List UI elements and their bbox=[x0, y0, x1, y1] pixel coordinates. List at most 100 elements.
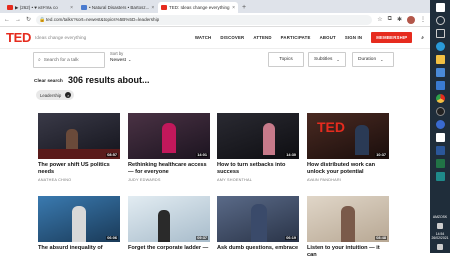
url-text: ted.com/talks?sort=newest&topics%5B%5D=l… bbox=[46, 17, 160, 22]
ted-logo[interactable]: TED bbox=[6, 30, 31, 45]
search-icon[interactable]: ⌕ bbox=[421, 35, 424, 40]
nav-sign-in[interactable]: SIGN IN bbox=[345, 35, 362, 40]
menu-icon[interactable]: ⋮ bbox=[420, 16, 426, 23]
puzzle-icon[interactable]: ✱ bbox=[397, 16, 402, 23]
talk-duration: 09:37 bbox=[196, 236, 208, 240]
chip-label: Leadership bbox=[40, 92, 62, 98]
talk-card[interactable]: 08:57 The power shift US politics needs … bbox=[38, 113, 120, 182]
clock-date[interactable]: 26/02/2021 bbox=[432, 236, 449, 240]
talk-card[interactable]: 06:06 The absurd inequality of bbox=[38, 196, 120, 252]
app-icon[interactable] bbox=[435, 120, 445, 129]
clear-search-link[interactable]: Clear search bbox=[34, 79, 63, 84]
nav-about[interactable]: ABOUT bbox=[320, 35, 336, 40]
talk-card[interactable]: 06:19 Ask dumb questions, embrace bbox=[217, 196, 299, 252]
topics-button[interactable]: Topics bbox=[268, 52, 304, 67]
talk-title[interactable]: How distributed work can unlock your pot… bbox=[307, 162, 389, 175]
windows-start-icon[interactable] bbox=[435, 3, 445, 12]
talk-title[interactable]: Listen to your intuition — it can bbox=[307, 245, 389, 258]
talk-title[interactable]: Rethinking healthcare access — for every… bbox=[128, 162, 210, 175]
talk-thumbnail[interactable]: 14:01 bbox=[128, 113, 210, 159]
star-icon[interactable]: ☆ bbox=[377, 16, 382, 23]
talk-title[interactable]: Forget the corporate ladder — bbox=[128, 245, 210, 252]
talk-card[interactable]: 08:48 Listen to your intuition — it can bbox=[307, 196, 389, 258]
nav-watch[interactable]: WATCH bbox=[195, 35, 211, 40]
sort-value: Newest bbox=[110, 58, 126, 63]
search-icon: ⌕ bbox=[38, 58, 41, 63]
talk-search-input[interactable]: ⌕ Search for a talk bbox=[33, 52, 105, 68]
talk-title[interactable]: Ask dumb questions, embrace bbox=[217, 245, 299, 252]
talk-card[interactable]: 14:01 Rethinking healthcare access — for… bbox=[128, 113, 210, 182]
forward-icon[interactable]: → bbox=[15, 17, 21, 23]
file-explorer-icon[interactable] bbox=[435, 55, 445, 64]
sort-select[interactable]: Newest ⌄ bbox=[110, 57, 131, 63]
chrome-icon[interactable] bbox=[435, 94, 445, 103]
results-count: 306 results about... bbox=[68, 75, 150, 85]
talk-speaker[interactable]: AMY SHOENTHAL bbox=[217, 178, 299, 182]
nav-participate[interactable]: PARTICIPATE bbox=[281, 35, 311, 40]
talk-thumbnail[interactable]: 08:48 bbox=[307, 196, 389, 242]
app-icon[interactable] bbox=[435, 133, 445, 142]
talk-thumbnail[interactable]: 06:19 bbox=[217, 196, 299, 242]
talk-title[interactable]: The absurd inequality of bbox=[38, 245, 120, 252]
topic-chip[interactable]: Leadership × bbox=[36, 90, 75, 100]
talk-speaker[interactable]: JUDY EDWARDS bbox=[128, 178, 210, 182]
close-tab-icon[interactable]: × bbox=[70, 5, 73, 11]
nav-discover[interactable]: DISCOVER bbox=[220, 35, 244, 40]
search-icon[interactable] bbox=[435, 16, 445, 25]
back-icon[interactable]: ← bbox=[4, 17, 10, 23]
talk-title[interactable]: How to turn setbacks into success bbox=[217, 162, 299, 175]
profile-avatar[interactable] bbox=[407, 15, 415, 24]
subtitles-label: Subtitles bbox=[314, 57, 333, 62]
edge-icon[interactable] bbox=[435, 42, 445, 51]
talk-thumbnail[interactable]: 06:06 bbox=[38, 196, 120, 242]
page-icon bbox=[81, 5, 87, 10]
excel-icon[interactable] bbox=[435, 159, 445, 168]
talk-speaker[interactable]: ANATHEA CHINO bbox=[38, 178, 120, 182]
browser-tab-3[interactable]: TED: Ideas change everything × bbox=[158, 2, 238, 13]
task-view-icon[interactable] bbox=[435, 29, 445, 38]
chevron-down-icon: ⌄ bbox=[336, 57, 340, 62]
talk-card[interactable]: 14:30 How to turn setbacks into success … bbox=[217, 113, 299, 182]
duration-label: Duration bbox=[358, 57, 377, 62]
talk-thumbnail[interactable]: TED 10:37 bbox=[307, 113, 389, 159]
reload-icon[interactable]: ↻ bbox=[26, 16, 31, 23]
extension-icon[interactable]: ⧉ bbox=[388, 16, 392, 23]
app-icon[interactable] bbox=[435, 172, 445, 181]
store-icon[interactable] bbox=[435, 68, 445, 77]
ted-header: TED Ideas change everything WATCH DISCOV… bbox=[0, 27, 430, 49]
close-tab-icon[interactable]: × bbox=[151, 5, 154, 11]
browser-tab-2[interactable]: • Natural Disasters • Bartosz... × bbox=[78, 2, 156, 13]
talk-thumbnail[interactable]: 08:57 bbox=[38, 113, 120, 159]
notification-icon[interactable] bbox=[437, 244, 443, 250]
talk-card[interactable]: 09:37 Forget the corporate ladder — bbox=[128, 196, 210, 252]
subtitles-select[interactable]: Subtitles ⌄ bbox=[308, 52, 346, 67]
talk-duration: 10:37 bbox=[375, 153, 387, 157]
app-icon[interactable] bbox=[435, 107, 445, 116]
talk-speaker[interactable]: AVAIN PANDHARI bbox=[307, 178, 389, 182]
talk-duration: 14:30 bbox=[285, 153, 297, 157]
new-tab-icon[interactable]: + bbox=[242, 2, 246, 13]
duration-select[interactable]: Duration ⌄ bbox=[352, 52, 394, 67]
browser-tab-1[interactable]: ▶ (262) • ♥ ᴋᴇᴘᴛʀᴀ ᴄᴏ × bbox=[4, 2, 76, 13]
talk-thumbnail[interactable]: 14:30 bbox=[217, 113, 299, 159]
ted-favicon-icon bbox=[161, 5, 167, 10]
lock-icon: 🔒 bbox=[39, 16, 46, 23]
ted-stage-logo: TED bbox=[317, 119, 345, 135]
membership-button[interactable]: MEMBERSHIP bbox=[371, 32, 413, 43]
topics-label: Topics bbox=[279, 57, 293, 62]
input-language[interactable]: AMZOSK bbox=[433, 215, 447, 219]
tagline: Ideas change everything bbox=[35, 35, 87, 40]
main-nav: WATCH DISCOVER ATTEND PARTICIPATE ABOUT … bbox=[195, 32, 424, 43]
close-tab-icon[interactable]: × bbox=[232, 5, 235, 11]
nav-attend[interactable]: ATTEND bbox=[253, 35, 271, 40]
talk-card[interactable]: TED 10:37 How distributed work can unloc… bbox=[307, 113, 389, 182]
browser-tab-strip: ▶ (262) • ♥ ᴋᴇᴘᴛʀᴀ ᴄᴏ × • Natural Disast… bbox=[0, 0, 430, 13]
browser-tab-label: ▶ (262) • ♥ ᴋᴇᴘᴛʀᴀ ᴄᴏ bbox=[15, 4, 58, 10]
word-icon[interactable] bbox=[435, 146, 445, 155]
mail-icon[interactable] bbox=[435, 81, 445, 90]
url-field[interactable]: 🔒 ted.com/talks?sort=newest&topics%5B%5D… bbox=[36, 14, 373, 25]
talk-thumbnail[interactable]: 09:37 bbox=[128, 196, 210, 242]
network-icon[interactable] bbox=[437, 223, 443, 229]
remove-chip-icon[interactable]: × bbox=[65, 92, 72, 98]
talk-title[interactable]: The power shift US politics needs bbox=[38, 162, 120, 175]
